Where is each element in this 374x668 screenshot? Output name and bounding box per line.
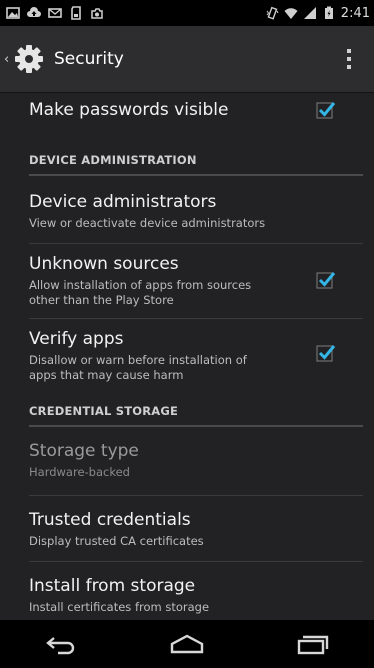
pref-trusted-credentials[interactable]: Trusted credentials Display trusted CA c… <box>0 496 374 560</box>
chevron-left-icon: ‹ <box>4 51 10 67</box>
pref-summary: Hardware-backed <box>29 465 130 479</box>
up-navigation-button[interactable]: ‹ <box>0 26 44 92</box>
back-button[interactable] <box>32 624 92 664</box>
category-divider <box>29 425 363 427</box>
pref-summary: View or deactivate device administrators <box>29 216 266 230</box>
pref-summary: Display trusted CA certificates <box>29 534 204 548</box>
home-icon <box>170 634 204 654</box>
pref-title: Trusted credentials <box>29 510 191 530</box>
wifi-icon <box>284 8 298 19</box>
vibrate-icon <box>266 6 279 20</box>
camera-icon <box>91 8 103 19</box>
pref-title: Storage type <box>29 441 139 461</box>
pref-title: Install from storage <box>29 576 196 596</box>
pref-install-from-storage[interactable]: Install from storage Install certificate… <box>0 562 374 620</box>
pref-title: Make passwords visible <box>29 100 229 120</box>
pref-summary-line-1: Allow installation of apps from sources <box>29 278 252 292</box>
category-credential-storage: CREDENTIAL STORAGE <box>29 404 179 418</box>
pref-title: Verify apps <box>29 329 124 349</box>
recents-icon <box>297 635 328 655</box>
pref-device-administrators[interactable]: Device administrators View or deactivate… <box>0 178 374 242</box>
pref-summary: Install certificates from storage <box>29 600 210 614</box>
checkbox-checked-icon[interactable] <box>316 100 336 120</box>
checkbox-checked-icon[interactable] <box>316 343 336 363</box>
category-device-administration: DEVICE ADMINISTRATION <box>29 153 197 167</box>
recents-button[interactable] <box>282 624 342 664</box>
checkbox-checked-icon[interactable] <box>316 270 336 290</box>
pref-summary-line-2: apps that may cause harm <box>29 368 184 382</box>
status-time: 2:41 <box>340 5 370 21</box>
navigation-bar <box>0 620 374 668</box>
pref-unknown-sources[interactable]: Unknown sources Allow installation of ap… <box>0 244 374 316</box>
cloud-upload-icon <box>27 7 41 17</box>
status-bar: 2:41 <box>0 0 374 26</box>
action-bar: ‹ Security <box>0 26 374 92</box>
pref-make-passwords-visible[interactable]: Make passwords visible <box>0 92 374 144</box>
pref-storage-type: Storage type Hardware-backed <box>0 429 374 493</box>
battery-icon <box>324 6 333 19</box>
pref-title: Unknown sources <box>29 254 179 274</box>
sd-card-icon <box>71 6 81 20</box>
overflow-menu-icon[interactable] <box>342 47 356 71</box>
pref-summary-line-2: other than the Play Store <box>29 293 174 307</box>
gear-icon <box>15 45 43 73</box>
security-settings-screen: 2:41 ‹ Security Make passwords visible D… <box>0 0 374 668</box>
signal-icon <box>303 7 316 19</box>
pref-title: Device administrators <box>29 192 217 212</box>
settings-list: Make passwords visible DEVICE ADMINISTRA… <box>0 92 374 620</box>
mail-icon <box>48 8 62 18</box>
pref-verify-apps[interactable]: Verify apps Disallow or warn before inst… <box>0 319 374 391</box>
category-divider <box>29 174 363 176</box>
back-icon <box>46 637 75 655</box>
page-title: Security <box>54 49 124 69</box>
home-button[interactable] <box>157 624 217 664</box>
pref-summary-line-1: Disallow or warn before installation of <box>29 353 247 367</box>
gallery-icon <box>6 7 20 19</box>
